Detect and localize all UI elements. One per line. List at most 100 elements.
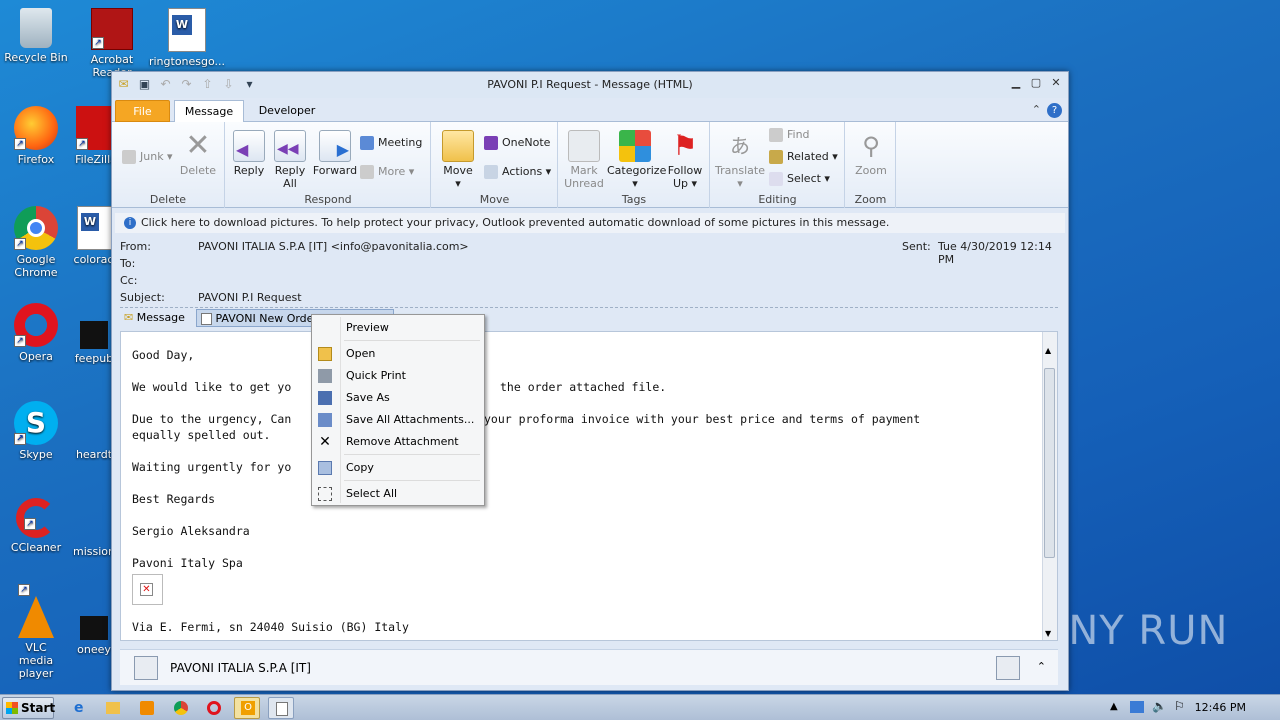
group-delete: Junk ▾ ✕ Delete Delete	[112, 122, 225, 208]
help-icon[interactable]: ?	[1047, 103, 1062, 118]
avatar	[134, 656, 158, 680]
menu-item-quick-print[interactable]: Quick Print	[314, 366, 482, 386]
group-label: Move	[479, 193, 510, 206]
network-icon[interactable]	[1130, 701, 1144, 713]
open-folder-icon	[318, 347, 332, 361]
chrome-taskbar-icon[interactable]	[168, 697, 194, 719]
message-taskbar-icon[interactable]	[268, 697, 294, 719]
menu-item-save-all[interactable]: Save All Attachments...	[314, 410, 482, 430]
delete-button[interactable]: ✕ Delete	[178, 128, 218, 178]
translate-button[interactable]: あ Translate ▾	[715, 130, 765, 190]
firefox-icon: ↗	[14, 106, 58, 150]
move-folder-icon	[442, 130, 474, 162]
expand-people-icon[interactable]: ⌃	[1037, 660, 1046, 673]
tab-file[interactable]: File	[115, 100, 170, 122]
ribbon: Junk ▾ ✕ Delete Delete ◀ Reply ◀◀ Reply A…	[112, 122, 1068, 208]
action-center-flag-icon[interactable]: ⚐	[1174, 699, 1185, 713]
mark-unread-button[interactable]: Mark Unread	[563, 130, 605, 190]
acrobat-icon: ↗	[91, 8, 133, 50]
related-button[interactable]: Related ▾	[769, 150, 838, 164]
flag-icon: ⚑	[672, 129, 698, 162]
opera-taskbar-icon[interactable]	[201, 697, 227, 719]
vertical-scrollbar[interactable]: ▲ ▼	[1042, 332, 1057, 640]
volume-icon[interactable]: 🔈	[1152, 699, 1167, 713]
scroll-thumb[interactable]	[1044, 368, 1055, 558]
picture-download-infobar[interactable]: i Click here to download pictures. To he…	[115, 213, 1065, 233]
cc-label: Cc:	[120, 274, 138, 287]
message-body[interactable]: Good Day, We would like to get yo the or…	[120, 331, 1058, 641]
zoom-button[interactable]: ⚲ Zoom	[852, 130, 890, 177]
explorer-taskbar-icon[interactable]	[100, 697, 126, 719]
minimize-ribbon-icon[interactable]: ⌃	[1032, 103, 1041, 118]
menu-item-select-all[interactable]: Select All	[314, 484, 482, 504]
desktop-icon-acrobat[interactable]: ↗ Acrobat Reader	[72, 8, 152, 79]
group-label: Tags	[621, 193, 647, 206]
forward-button[interactable]: ▶ Forward	[312, 130, 358, 177]
minimize-icon[interactable]: ▁	[1008, 76, 1024, 90]
desktop-icon-ringtones[interactable]: W ringtonesgo...	[148, 8, 226, 68]
desktop-icon-opera[interactable]: ↗ Opera	[0, 303, 75, 363]
find-button[interactable]: Find	[769, 128, 810, 142]
people-pane: PAVONI ITALIA S.P.A [IT] ⌃	[120, 649, 1058, 685]
desktop-icon-recycle-bin[interactable]: Recycle Bin	[0, 8, 75, 64]
menu-item-copy[interactable]: Copy	[314, 458, 482, 478]
move-button[interactable]: Move ▾	[438, 130, 478, 190]
menu-item-preview[interactable]: Preview	[314, 318, 482, 338]
menu-item-open[interactable]: Open	[314, 344, 482, 364]
body-line: We would like to get yo	[132, 380, 292, 394]
outlook-taskbar-icon[interactable]: O	[234, 697, 260, 719]
related-icon	[769, 150, 783, 164]
message-tab[interactable]: ✉ Message	[124, 309, 192, 327]
group-move: Move ▾ OneNote Actions ▾ Move	[432, 122, 558, 208]
scroll-up-icon[interactable]: ▲	[1045, 346, 1051, 355]
select-all-icon	[318, 487, 332, 501]
menu-item-save-as[interactable]: Save As	[314, 388, 482, 408]
more-button[interactable]: More ▾	[360, 165, 414, 179]
scroll-down-icon[interactable]: ▼	[1045, 629, 1051, 638]
vlc-icon: ↗	[18, 584, 54, 638]
desktop-icon-firefox[interactable]: ↗ Firefox	[0, 106, 75, 166]
menu-item-remove[interactable]: ✕ Remove Attachment	[314, 432, 482, 452]
avatar	[996, 656, 1020, 680]
magnifier-icon: ⚲	[862, 132, 880, 160]
close-icon[interactable]: ✕	[1048, 76, 1064, 90]
broken-image-icon[interactable]: ✕	[132, 574, 163, 605]
select-button[interactable]: Select ▾	[769, 172, 830, 186]
desktop-icon-ccleaner[interactable]: ↗ CCleaner	[0, 498, 75, 554]
from-label: From:	[120, 240, 151, 253]
desktop-icon-oneey[interactable]: oneey	[72, 596, 116, 656]
onenote-button[interactable]: OneNote	[484, 136, 550, 150]
follow-up-button[interactable]: ⚑ Follow Up ▾	[665, 129, 705, 191]
meeting-button[interactable]: Meeting	[360, 136, 422, 150]
desktop-icon-feepub[interactable]: feepub	[72, 303, 116, 365]
tab-developer[interactable]: Developer	[250, 100, 324, 122]
desktop-icon-heardt[interactable]: heardt	[72, 401, 116, 461]
ie-taskbar-icon[interactable]: e	[68, 697, 94, 719]
media-player-taskbar-icon[interactable]	[134, 697, 160, 719]
body-line: Due to the urgency, Can	[132, 412, 292, 426]
show-hidden-icons-icon[interactable]: ▲	[1110, 701, 1118, 712]
body-line: equally spelled out.	[132, 428, 271, 442]
start-button[interactable]: Start	[2, 697, 55, 719]
to-label: To:	[120, 257, 136, 270]
tab-message[interactable]: Message	[174, 100, 244, 122]
desktop-icon-vlc[interactable]: ↗ VLC media player	[0, 584, 75, 680]
meeting-icon	[360, 136, 374, 150]
categorize-button[interactable]: Categorize ▾	[607, 130, 666, 190]
desktop-icon-chrome[interactable]: ↗ Google Chrome	[0, 206, 75, 279]
actions-button[interactable]: Actions ▾	[484, 165, 551, 179]
group-label: Editing	[758, 193, 797, 206]
group-tags: Mark Unread Categorize ▾ ⚑ Follow Up ▾ Tags	[559, 122, 710, 208]
delete-icon: ✕	[185, 128, 211, 163]
maximize-icon[interactable]: ▢	[1028, 76, 1044, 90]
junk-button[interactable]: Junk ▾	[122, 150, 173, 164]
ribbon-tabs: File Message Developer ⌃ ?	[112, 98, 1068, 122]
onenote-icon	[484, 136, 498, 150]
reply-all-button[interactable]: ◀◀ Reply All	[272, 130, 308, 190]
desktop-icon-mission[interactable]: mission	[72, 498, 116, 558]
people-name[interactable]: PAVONI ITALIA S.P.A [IT]	[170, 661, 311, 675]
clock[interactable]: 12:46 PM	[1195, 701, 1246, 714]
desktop-icon-skype[interactable]: S ↗ Skype	[0, 401, 75, 461]
reply-button[interactable]: ◀ Reply	[232, 130, 266, 177]
translate-icon: あ	[730, 134, 750, 158]
